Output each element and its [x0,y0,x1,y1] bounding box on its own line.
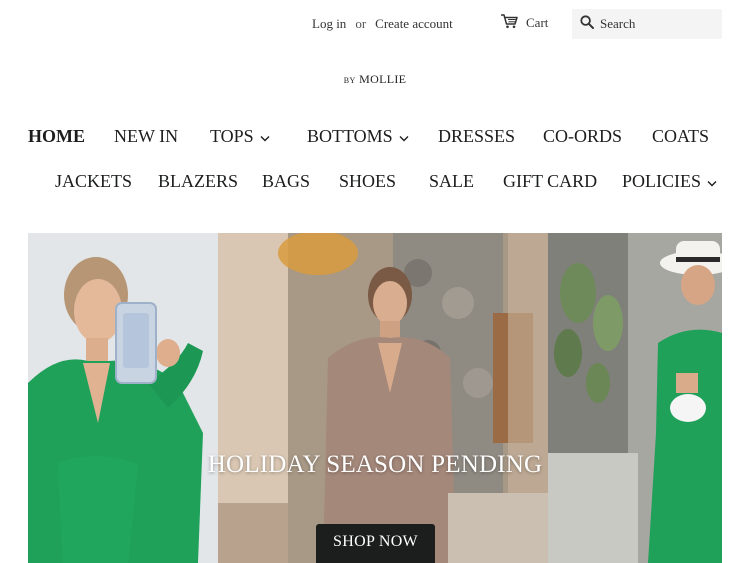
account-links: Log in or Create account [312,16,453,32]
nav-item-gift-card[interactable]: GIFT CARD [503,171,597,192]
create-account-link[interactable]: Create account [375,16,453,31]
nav-label: TOPS [210,126,254,146]
top-bar: Log in or Create account Cart [0,0,750,50]
hero-image-center [218,233,548,563]
nav-item-dresses[interactable]: DRESSES [438,126,515,147]
nav-label: HOME [28,126,85,146]
hero-title: HOLIDAY SEASON PENDING [207,451,543,478]
nav-label: NEW IN [114,126,179,146]
hero-image-right [548,233,722,563]
hero-image-left [28,233,218,563]
nav-item-coats[interactable]: COATS [652,126,709,147]
site-logo[interactable]: BY MOLLIE [0,72,750,87]
nav-item-tops[interactable]: TOPS [210,126,270,147]
nav-item-policies[interactable]: POLICIES [622,171,717,192]
nav-item-blazers[interactable]: BLAZERS [158,171,238,192]
search-box[interactable] [572,9,722,39]
chevron-down-icon [399,126,409,147]
nav-item-co-ords[interactable]: CO-ORDS [543,126,622,147]
nav-item-sale[interactable]: SALE [429,171,474,192]
nav-label: BAGS [262,171,311,191]
logo-name: MOLLIE [359,72,407,86]
chevron-down-icon [707,171,717,192]
or-text: or [355,16,367,31]
nav-label: SALE [429,171,474,191]
nav-label: JACKETS [55,171,133,191]
nav-item-shoes[interactable]: SHOES [339,171,396,192]
nav-label: DRESSES [438,126,516,146]
nav-item-new-in[interactable]: NEW IN [114,126,178,147]
login-link[interactable]: Log in [312,16,346,31]
chevron-down-icon [260,126,270,147]
search-icon [572,14,594,34]
nav-item-jackets[interactable]: JACKETS [55,171,132,192]
nav-label: BLAZERS [158,171,239,191]
nav-label: BOTTOMS [307,126,393,146]
nav-label: SHOES [339,171,397,191]
cart-link[interactable]: Cart [500,13,548,33]
nav-label: POLICIES [622,171,702,191]
search-input[interactable] [600,16,710,32]
logo-by: BY [343,76,356,85]
nav-item-home[interactable]: HOME [28,126,85,147]
cart-icon [500,13,526,33]
nav-item-bags[interactable]: BAGS [262,171,310,192]
nav-item-bottoms[interactable]: BOTTOMS [307,126,409,147]
shop-now-button[interactable]: SHOP NOW [316,524,435,563]
nav-label: CO-ORDS [543,126,623,146]
nav-label: GIFT CARD [503,171,598,191]
nav-label: COATS [652,126,710,146]
hero-banner[interactable]: HOLIDAY SEASON PENDING SHOP NOW [28,233,722,563]
cart-label: Cart [526,15,549,30]
